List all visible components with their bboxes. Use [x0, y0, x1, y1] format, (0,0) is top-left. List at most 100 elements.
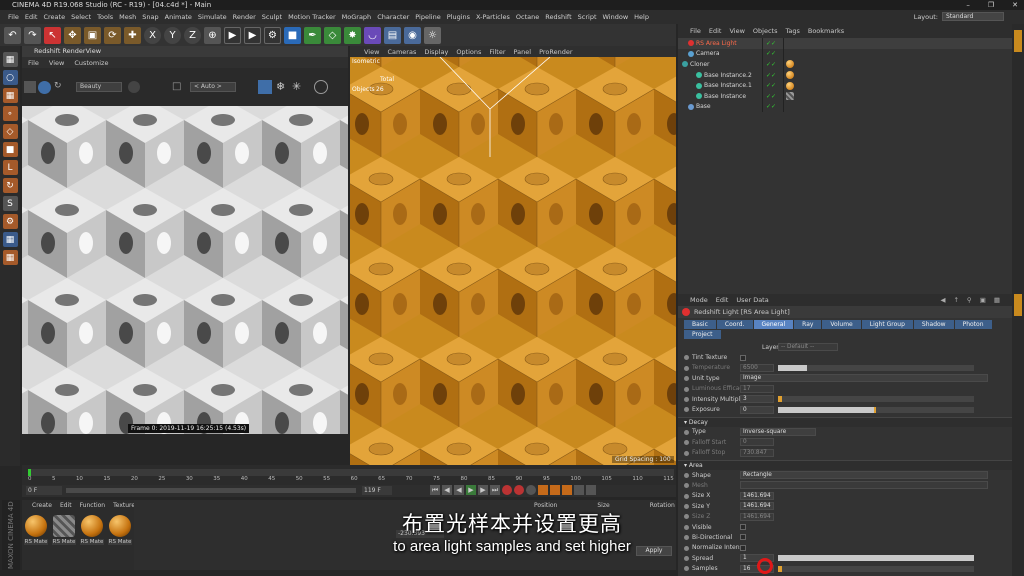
polygons-mode-icon[interactable]: ■	[2, 142, 18, 157]
rotate-icon[interactable]: ⟳	[104, 26, 121, 44]
up-arrow-icon[interactable]: ↑	[953, 296, 958, 304]
param-select[interactable]: Image	[740, 374, 988, 383]
object-row[interactable]: Base Instance.2 ✓✓	[678, 69, 1012, 81]
menu-plugins[interactable]: Plugins	[447, 13, 470, 21]
pla-key-icon[interactable]	[586, 485, 596, 495]
object-row[interactable]: Cloner ✓✓	[678, 59, 1012, 70]
param-slider[interactable]	[778, 364, 974, 371]
aov-select[interactable]: Beauty	[76, 82, 122, 92]
preview-range-slider[interactable]	[66, 488, 356, 493]
texture-mode-icon[interactable]: ▦	[2, 88, 18, 103]
param-animate-dot[interactable]	[684, 556, 689, 562]
area-section-header[interactable]: ▾ Area	[678, 459, 1012, 470]
viewport-menu-prorender[interactable]: ProRender	[539, 48, 572, 56]
material-tag-icon[interactable]	[786, 60, 794, 69]
close-icon[interactable]: ✕	[1012, 0, 1018, 10]
objects-tab[interactable]	[1014, 30, 1022, 52]
menu-mesh[interactable]: Mesh	[119, 13, 136, 21]
tab-general[interactable]: General	[753, 320, 794, 329]
render-view-menu-file[interactable]: File	[28, 59, 39, 67]
grid-icon[interactable]: ▦	[2, 232, 18, 247]
menu-window[interactable]: Window	[603, 13, 629, 21]
editor-viewport[interactable]: Isometric Total Objects 26	[350, 57, 676, 465]
tab-volume[interactable]: Volume	[822, 320, 861, 329]
visibility-flags[interactable]: ✓✓	[763, 82, 783, 89]
param-key-icon[interactable]	[574, 485, 584, 495]
tab-basic[interactable]: Basic	[684, 320, 716, 329]
minimize-icon[interactable]: –	[966, 0, 970, 10]
menu-pipeline[interactable]: Pipeline	[415, 13, 440, 21]
param-select[interactable]: Rectangle	[740, 471, 988, 480]
cube-icon[interactable]: ■	[284, 26, 301, 44]
enable-axis-icon[interactable]: L	[2, 160, 18, 175]
attr-menu-user-data[interactable]: User Data	[736, 296, 768, 304]
menu-mograph[interactable]: MoGraph	[342, 13, 372, 21]
visibility-flags[interactable]: ✓✓	[763, 61, 783, 68]
render-view-menu-view[interactable]: View	[49, 59, 64, 67]
deformer-icon[interactable]: ◡	[364, 26, 381, 44]
param-animate-dot[interactable]	[684, 365, 689, 371]
menu-redshift[interactable]: Redshift	[545, 13, 571, 21]
points-mode-icon[interactable]: ∘	[2, 106, 18, 121]
rotation-key-icon[interactable]	[562, 485, 572, 495]
param-animate-dot[interactable]	[684, 472, 689, 478]
position-key-icon[interactable]	[538, 485, 548, 495]
object-row[interactable]: Base Instance ✓✓	[678, 90, 1012, 102]
param-animate-dot[interactable]	[684, 493, 689, 499]
material-tag-icon[interactable]	[786, 71, 794, 80]
render-view-icon[interactable]: ▶	[224, 26, 241, 44]
new-window-icon[interactable]: ▦	[994, 296, 1000, 304]
workplane-icon[interactable]: ⚙	[2, 214, 18, 229]
next-frame-icon[interactable]: ▶	[478, 485, 488, 495]
viewport-menu-cameras[interactable]: Cameras	[387, 48, 416, 56]
menu-edit[interactable]: Edit	[25, 13, 38, 21]
menu-file[interactable]: File	[8, 13, 19, 21]
cloner-icon[interactable]: ✸	[344, 26, 361, 44]
param-slider[interactable]	[778, 406, 974, 413]
light-icon[interactable]: ☼	[424, 26, 441, 44]
record-icon[interactable]	[502, 485, 512, 495]
param-animate-dot[interactable]	[684, 429, 689, 435]
param-animate-dot[interactable]	[684, 450, 689, 456]
menu-script[interactable]: Script	[578, 13, 597, 21]
viewport-menu-filter[interactable]: Filter	[489, 48, 505, 56]
pen-icon[interactable]: ✒	[304, 26, 321, 44]
visibility-flags[interactable]: ✓✓	[763, 103, 783, 110]
redo-icon[interactable]: ↷	[24, 26, 41, 44]
tab-ray[interactable]: Ray	[794, 320, 822, 329]
current-frame-field[interactable]: 0 F	[26, 486, 62, 495]
param-value-field[interactable]: 0	[740, 405, 774, 414]
menu-simulate[interactable]: Simulate	[198, 13, 227, 21]
object-menu-edit[interactable]: Edit	[709, 27, 722, 35]
goto-start-icon[interactable]: ⏮	[430, 485, 440, 495]
viewport-menu-panel[interactable]: Panel	[514, 48, 532, 56]
tab-photon[interactable]: Photon	[954, 320, 992, 329]
prev-key-icon[interactable]: ◀	[442, 485, 452, 495]
menu-character[interactable]: Character	[377, 13, 409, 21]
color-picker-icon[interactable]	[314, 80, 328, 94]
coordinate-system-icon[interactable]: ⊕	[204, 26, 221, 44]
render-picture-viewer-icon[interactable]: ▶	[244, 26, 261, 44]
render-settings-icon[interactable]: ⚙	[264, 26, 281, 44]
refresh-icon[interactable]: ↻	[54, 81, 65, 92]
back-arrow-icon[interactable]: ◀	[940, 296, 945, 304]
timeline-track[interactable]	[28, 469, 674, 476]
viewport-menu-view[interactable]: View	[364, 48, 379, 56]
make-editable-icon[interactable]: ▦	[2, 52, 18, 67]
render-start-icon[interactable]	[38, 81, 51, 94]
layer-field[interactable]: -- Default --	[778, 343, 838, 352]
visibility-flags[interactable]: ✓✓	[763, 72, 783, 79]
x-axis-icon[interactable]: X	[144, 26, 161, 44]
param-slider[interactable]	[778, 555, 974, 562]
scale-icon[interactable]: ▣	[84, 26, 101, 44]
object-row[interactable]: Base ✓✓	[678, 101, 1012, 113]
snapshot-icon[interactable]	[128, 81, 140, 93]
menu-x-particles[interactable]: X-Particles	[476, 13, 510, 21]
bucket-icon[interactable]	[258, 80, 272, 94]
tab-shadow[interactable]: Shadow	[913, 320, 954, 329]
menu-select[interactable]: Select	[71, 13, 91, 21]
y-axis-icon[interactable]: Y	[164, 26, 181, 44]
image-icon[interactable]	[24, 81, 36, 93]
model-mode-icon[interactable]: ○	[2, 70, 18, 85]
goto-end-icon[interactable]: ⏭	[490, 485, 500, 495]
